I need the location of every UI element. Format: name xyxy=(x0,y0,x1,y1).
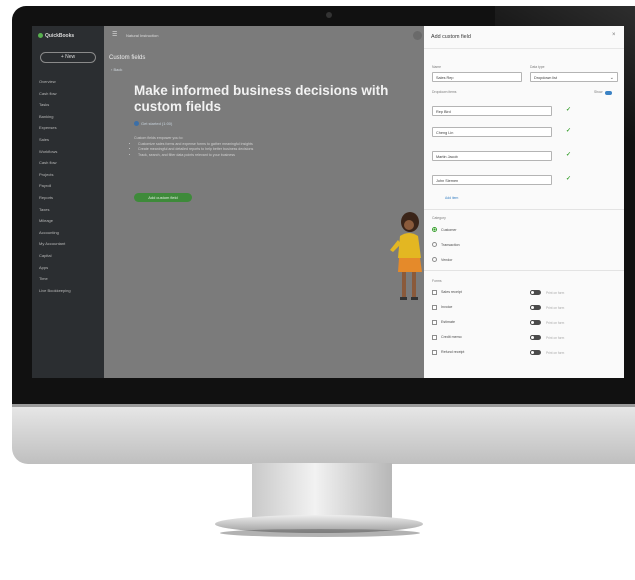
sidebar-item[interactable]: Reports xyxy=(39,192,71,204)
print-label: Print on form xyxy=(546,306,565,310)
options-label: Dropdown items xyxy=(432,90,457,94)
option-input[interactable]: John Siemen xyxy=(432,175,552,185)
check-icon[interactable]: ✓ xyxy=(566,127,571,134)
sidebar-item[interactable]: Sales xyxy=(39,134,71,146)
option-input[interactable]: Rep Bird xyxy=(432,106,552,116)
show-toggle[interactable] xyxy=(605,91,612,95)
form-label: Invoice xyxy=(441,305,453,309)
check-icon[interactable]: ✓ xyxy=(566,106,571,113)
sidebar-item[interactable]: Capital xyxy=(39,250,71,262)
checkbox[interactable] xyxy=(432,305,437,310)
add-item-link[interactable]: Add item xyxy=(445,196,458,200)
video-link-text: Get started (1:00) xyxy=(141,121,173,126)
logo-icon xyxy=(38,33,43,39)
data-type-select[interactable]: Dropdown list ⌄ xyxy=(530,72,618,82)
chevron-down-icon: ⌄ xyxy=(609,75,614,81)
company-name: Natural Instruction xyxy=(126,33,159,38)
forms-label: Forms xyxy=(432,279,442,283)
page-title: Custom fields xyxy=(109,55,146,61)
headline: Make informed business decisions with cu… xyxy=(134,83,389,114)
radio-label: Vendor xyxy=(441,258,453,262)
data-type-label: Data type xyxy=(530,65,545,69)
monitor-chin xyxy=(12,404,635,464)
sidebar-item[interactable]: Live Bookkeeping xyxy=(39,285,71,297)
print-toggle[interactable] xyxy=(530,350,541,355)
checkbox[interactable] xyxy=(432,335,437,340)
settings-icon[interactable] xyxy=(413,31,422,40)
sidebar-nav: Overview Cash flow Tasks Banking Expenses Sal… xyxy=(39,76,71,296)
option-input[interactable]: Martin Jacob xyxy=(432,151,552,161)
sidebar-item[interactable]: Expenses xyxy=(39,122,71,134)
logo-text: QuickBooks xyxy=(45,33,75,39)
play-icon xyxy=(134,121,139,127)
sidebar-item[interactable]: Overview xyxy=(39,76,71,88)
print-label: Print on form xyxy=(546,291,565,295)
checkbox[interactable] xyxy=(432,290,437,295)
name-label: Name xyxy=(432,65,442,69)
print-label: Print on form xyxy=(546,351,565,355)
checkbox[interactable] xyxy=(432,350,437,355)
radio-transaction[interactable] xyxy=(432,242,437,247)
name-input[interactable]: Sales Rep xyxy=(432,72,522,82)
video-link[interactable]: Get started (1:00) xyxy=(134,121,173,127)
category-label: Category xyxy=(432,216,446,220)
option-input[interactable]: Cheng Lin xyxy=(432,127,552,137)
show-label: Show xyxy=(594,90,603,94)
print-label: Print on form xyxy=(546,336,565,340)
form-label: Estimate xyxy=(441,320,455,324)
monitor-neck xyxy=(252,463,392,523)
screen: QuickBooks + New Overview Cash flow Tasks B… xyxy=(32,26,624,378)
camera-dot xyxy=(326,12,332,18)
sidebar-item[interactable]: Banking xyxy=(39,111,71,123)
sidebar-item[interactable]: Cash flow xyxy=(39,157,71,169)
print-toggle[interactable] xyxy=(530,320,541,325)
close-icon[interactable]: × xyxy=(612,32,616,38)
radio-customer[interactable] xyxy=(432,227,437,232)
check-icon[interactable]: ✓ xyxy=(566,151,571,158)
divider xyxy=(424,209,624,210)
menu-icon[interactable]: ☰ xyxy=(112,31,117,38)
panel-header: Add custom field × xyxy=(424,26,624,49)
sidebar-item[interactable]: Taxes xyxy=(39,204,71,216)
divider xyxy=(424,270,624,271)
form-label: Credit memo xyxy=(441,335,462,339)
radio-label: Customer xyxy=(441,228,457,232)
add-custom-field-button[interactable]: Add custom field xyxy=(134,193,192,202)
sidebar-item[interactable]: Tasks xyxy=(39,99,71,111)
sidebar-item[interactable]: Cash flow xyxy=(39,88,71,100)
form-label: Refund receipt xyxy=(441,350,465,354)
sidebar-item[interactable]: My Accountant xyxy=(39,238,71,250)
radio-label: Transaction xyxy=(441,243,460,247)
add-custom-field-panel: Add custom field × Name Sales Rep Data t… xyxy=(424,26,624,378)
sidebar-item[interactable]: Workflows xyxy=(39,146,71,158)
sidebar-item[interactable]: Payroll xyxy=(39,180,71,192)
checkbox[interactable] xyxy=(432,320,437,325)
foot-shadow xyxy=(220,529,420,537)
description: Custom fields empower you to: Customize … xyxy=(134,136,354,158)
new-button[interactable]: + New xyxy=(40,52,96,63)
bullet: Track, search, and filter data points re… xyxy=(138,153,354,159)
print-toggle[interactable] xyxy=(530,290,541,295)
sidebar-item[interactable]: Projects xyxy=(39,169,71,181)
logo[interactable]: QuickBooks xyxy=(38,33,74,39)
form-label: Sales receipt xyxy=(441,290,462,294)
print-toggle[interactable] xyxy=(530,305,541,310)
sidebar-item[interactable]: Apps xyxy=(39,262,71,274)
illustration-woman xyxy=(390,212,422,300)
data-type-value: Dropdown list xyxy=(534,76,558,80)
print-label: Print on form xyxy=(546,321,565,325)
sidebar-item[interactable]: Time xyxy=(39,273,71,285)
panel-title: Add custom field xyxy=(431,34,471,40)
check-icon[interactable]: ✓ xyxy=(566,175,571,182)
radio-vendor[interactable] xyxy=(432,257,437,262)
sidebar: QuickBooks + New Overview Cash flow Tasks B… xyxy=(32,26,104,378)
chin-edge xyxy=(12,404,635,407)
sidebar-item[interactable]: Mileage xyxy=(39,215,71,227)
topbar: ☰ Natural Instruction xyxy=(104,26,424,46)
sidebar-item[interactable]: Accounting xyxy=(39,227,71,239)
print-toggle[interactable] xyxy=(530,335,541,340)
back-link[interactable]: ‹ Back xyxy=(111,67,122,72)
